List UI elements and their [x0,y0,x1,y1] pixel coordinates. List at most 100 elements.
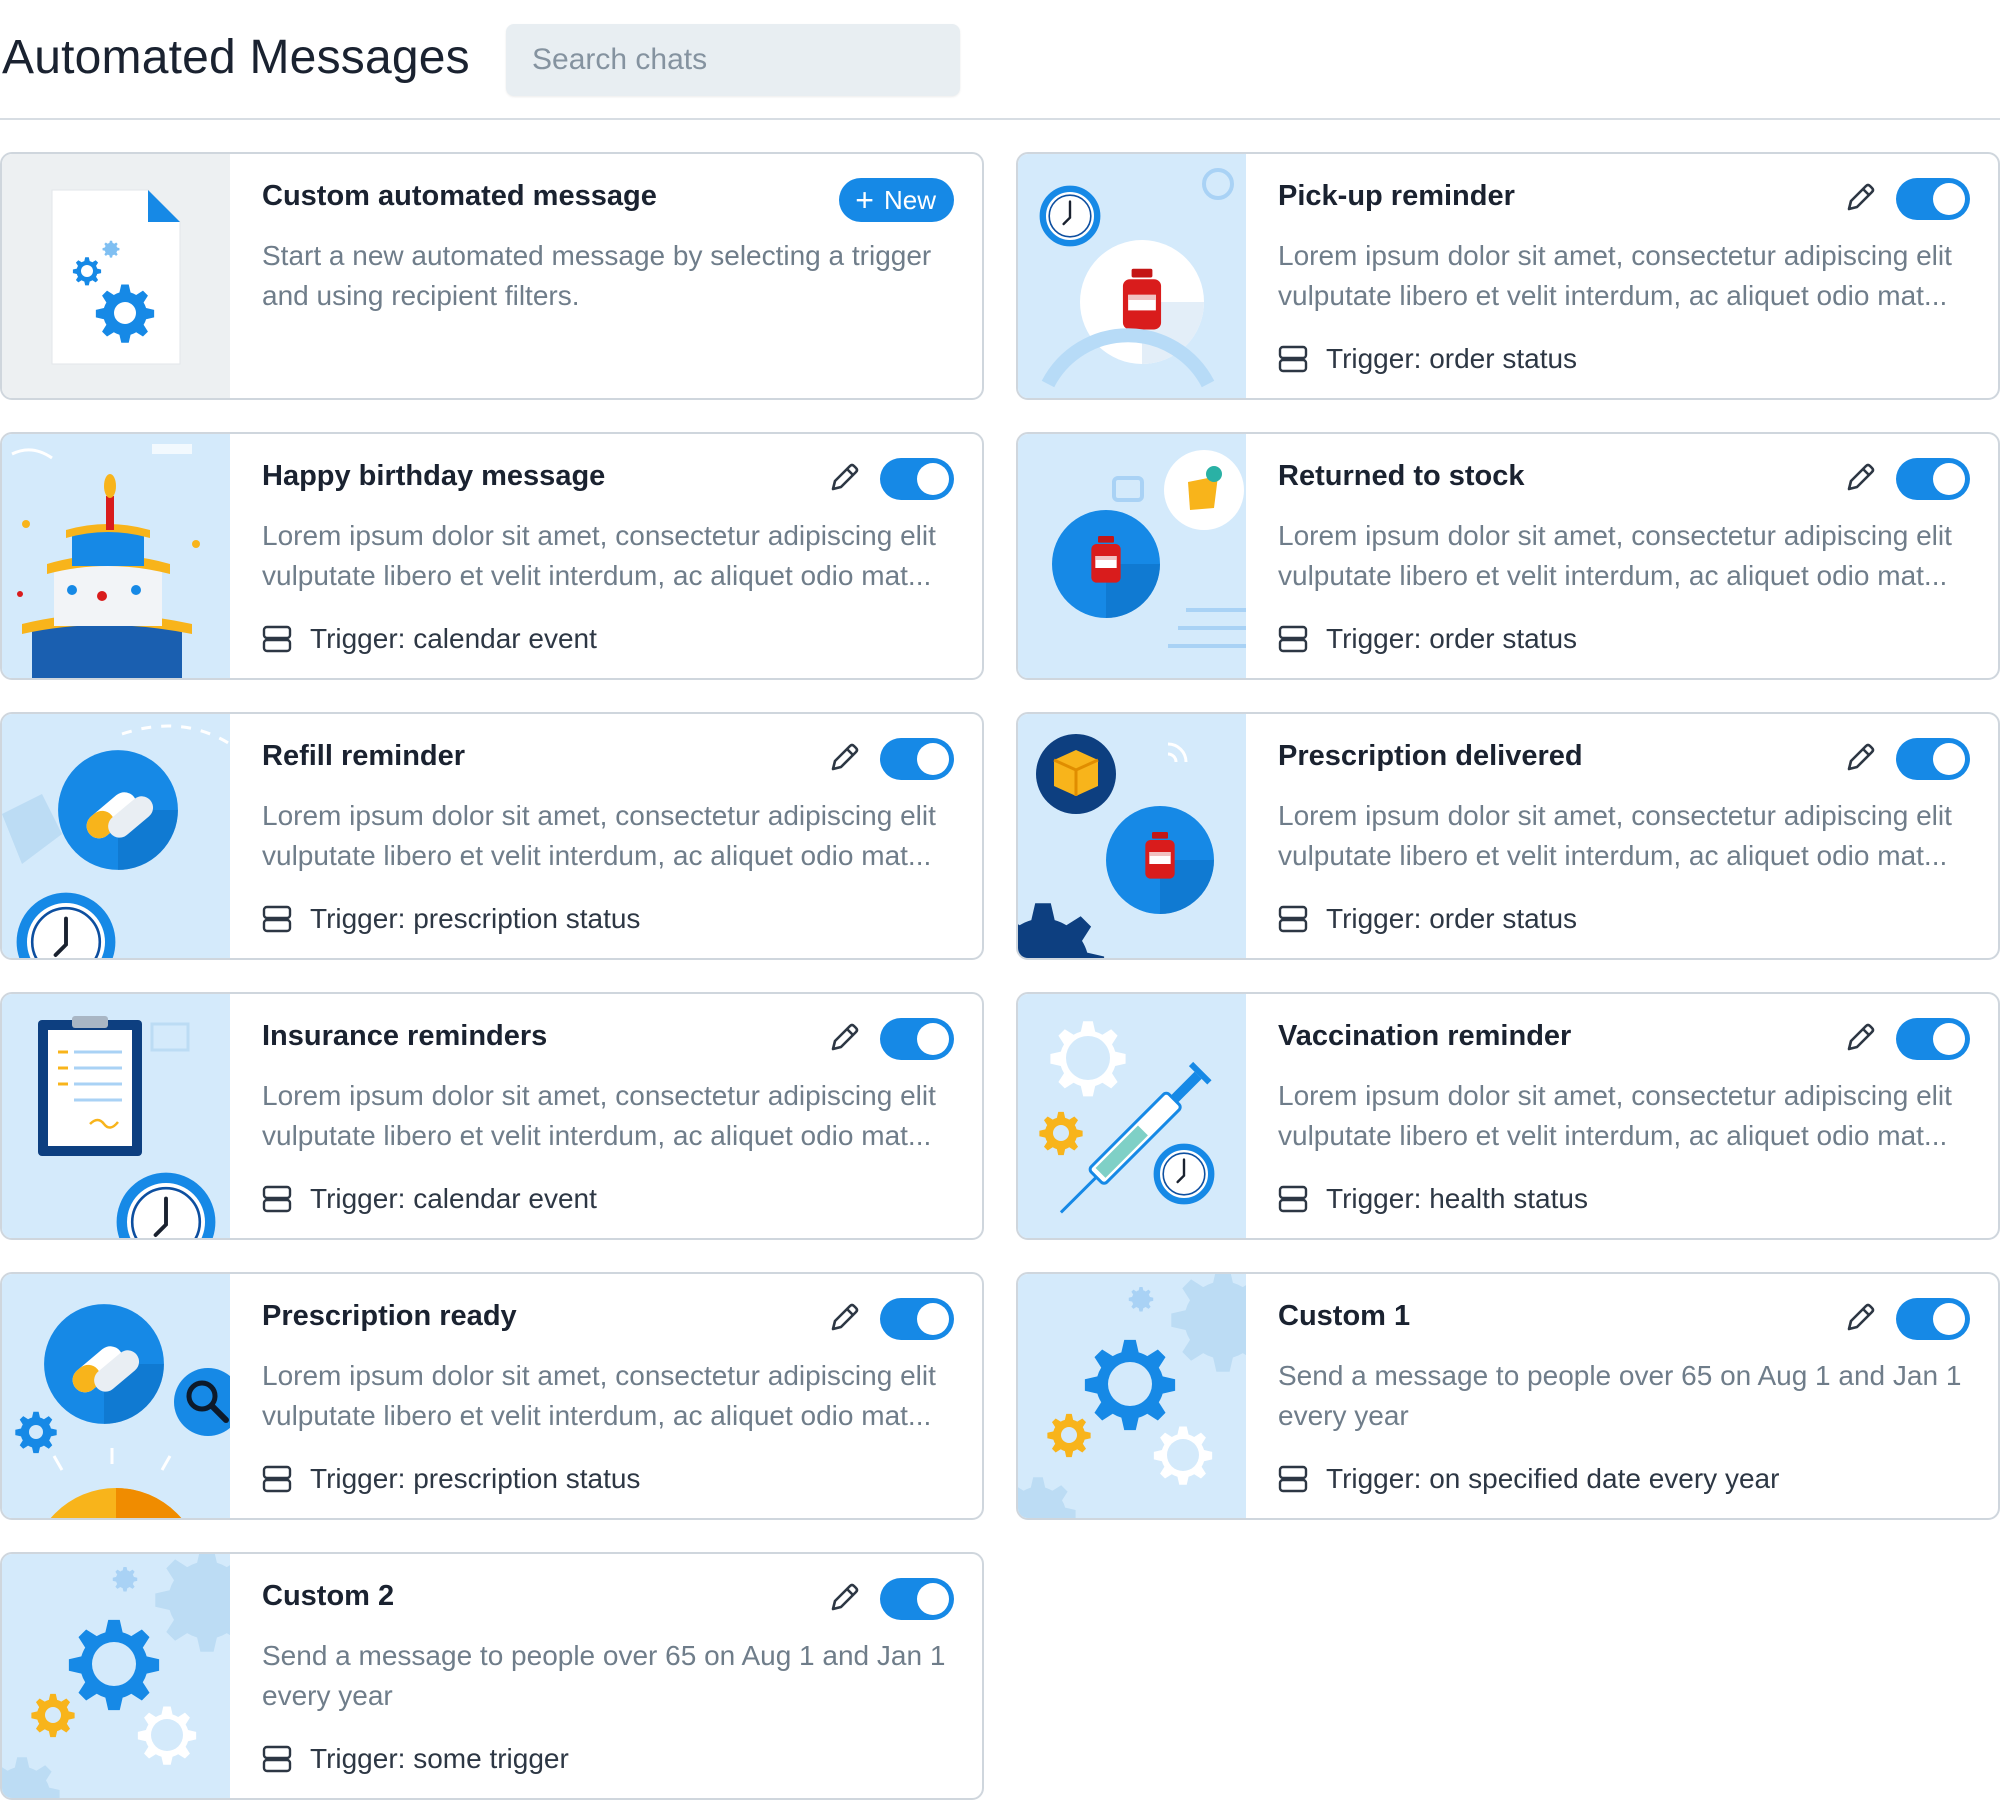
pills-icon [2,724,230,958]
pencil-icon[interactable] [1842,1300,1878,1336]
card-trigger: Trigger: on specified date every year [1278,1462,1779,1496]
card-title: Pick-up reminder [1278,180,1515,212]
automation-card[interactable]: Pick-up reminder Lorem ipsum dolor sit a… [1016,152,2000,400]
header-bar: Automated Messages [0,0,2000,120]
card-thumbnail [1018,154,1246,398]
card-trigger: Trigger: order status [1278,902,1577,936]
automation-card[interactable]: Prescription ready Lorem ipsum dolor sit… [0,1272,984,1520]
card-thumbnail [1018,1274,1246,1518]
card-thumbnail [2,1274,230,1518]
automation-card[interactable]: Insurance reminders Lorem ipsum dolor si… [0,992,984,1240]
automation-card[interactable]: Custom 2 Send a message to people over 6… [0,1552,984,1800]
card-description: Lorem ipsum dolor sit amet, consectetur … [1278,800,1952,871]
enable-toggle[interactable] [880,738,954,780]
card-title: Refill reminder [262,740,466,772]
toggle-knob [1933,1303,1965,1335]
pencil-icon[interactable] [1842,1020,1878,1056]
page-title: Automated Messages [2,31,470,84]
card-thumbnail [1018,714,1246,958]
card-thumbnail [2,714,230,958]
card-description: Lorem ipsum dolor sit amet, consectetur … [262,520,936,591]
card-trigger: Trigger: calendar event [262,1182,597,1216]
card-trigger: Trigger: prescription status [262,902,640,936]
card-trigger: Trigger: some trigger [262,1742,569,1776]
card-title: Insurance reminders [262,1020,548,1052]
trigger-server-icon [1278,624,1308,654]
card-trigger: Trigger: calendar event [262,622,597,656]
automation-card[interactable]: Returned to stock Lorem ipsum dolor sit … [1016,432,2000,680]
pencil-icon[interactable] [826,1020,862,1056]
card-description: Send a message to people over 65 on Aug … [1278,1360,1962,1431]
pencil-icon[interactable] [826,740,862,776]
card-description: Lorem ipsum dolor sit amet, consectetur … [262,1360,936,1431]
pencil-icon[interactable] [1842,740,1878,776]
trigger-label: Trigger: order status [1326,623,1578,654]
enable-toggle[interactable] [1896,1298,1970,1340]
trigger-label: Trigger: calendar event [310,1183,597,1214]
medicine-bottle-icon [1052,450,1246,648]
toggle-knob [1933,183,1965,215]
card-description: Lorem ipsum dolor sit amet, consectetur … [1278,520,1952,591]
document-gears-icon [51,189,181,365]
enable-toggle[interactable] [880,1018,954,1060]
pencil-icon[interactable] [1842,460,1878,496]
enable-toggle[interactable] [1896,1018,1970,1060]
trigger-server-icon [1278,1184,1308,1214]
card-title: Happy birthday message [262,460,606,492]
card-title: Prescription ready [262,1300,517,1332]
syringe-icon [1039,1021,1246,1214]
trigger-label: Trigger: calendar event [310,623,597,654]
automation-card[interactable]: Vaccination reminder Lorem ipsum dolor s… [1016,992,2000,1240]
trigger-server-icon [262,1744,292,1774]
toggle-knob [917,743,949,775]
trigger-server-icon [1278,344,1308,374]
enable-toggle[interactable] [1896,458,1970,500]
enable-toggle[interactable] [1896,178,1970,220]
enable-toggle[interactable] [880,1298,954,1340]
card-thumbnail [2,154,230,398]
toggle-knob [917,1023,949,1055]
trigger-server-icon [1278,904,1308,934]
trigger-server-icon [262,624,292,654]
pencil-icon[interactable] [1842,180,1878,216]
automation-card[interactable]: Happy birthday message Lorem ipsum dolor… [0,432,984,680]
card-thumbnail [2,994,230,1238]
card-description: Send a message to people over 65 on Aug … [262,1640,946,1711]
trigger-label: Trigger: health status [1326,1183,1588,1214]
trigger-label: Trigger: some trigger [310,1743,569,1774]
card-description: Start a new automated message by selecti… [262,240,932,311]
toggle-knob [917,1583,949,1615]
trigger-label: Trigger: order status [1326,343,1578,374]
pencil-icon[interactable] [826,1580,862,1616]
automation-card[interactable]: Prescription delivered Lorem ipsum dolor… [1016,712,2000,960]
toggle-knob [917,1303,949,1335]
custom-message-card[interactable]: Custom automated message + New Start a n… [0,152,984,400]
pencil-icon[interactable] [826,1300,862,1336]
card-title: Prescription delivered [1278,740,1583,772]
enable-toggle[interactable] [880,458,954,500]
card-trigger: Trigger: prescription status [262,1462,640,1496]
card-description: Lorem ipsum dolor sit amet, consectetur … [262,1080,936,1151]
automation-card[interactable]: Custom 1 Send a message to people over 6… [1016,1272,2000,1520]
card-thumbnail [2,434,230,678]
card-title: Custom 2 [262,1580,395,1612]
trigger-server-icon [1278,1464,1308,1494]
card-title: Custom automated message [262,180,657,212]
gear-icon [2,1554,230,1798]
enable-toggle[interactable] [880,1578,954,1620]
card-description: Lorem ipsum dolor sit amet, consectetur … [262,800,936,871]
enable-toggle[interactable] [1896,738,1970,780]
trigger-server-icon [262,904,292,934]
card-description: Lorem ipsum dolor sit amet, consectetur … [1278,240,1952,311]
plus-icon: + [855,182,874,218]
box-icon [1018,734,1214,958]
card-title: Returned to stock [1278,460,1525,492]
trigger-label: Trigger: on specified date every year [1326,1463,1780,1494]
birthday-cake-icon [11,444,200,678]
new-button[interactable]: + New [839,178,954,222]
card-trigger: Trigger: health status [1278,1182,1588,1216]
pencil-icon[interactable] [826,460,862,496]
card-thumbnail [1018,994,1246,1238]
automation-card[interactable]: Refill reminder Lorem ipsum dolor sit am… [0,712,984,960]
search-input[interactable] [506,24,960,96]
